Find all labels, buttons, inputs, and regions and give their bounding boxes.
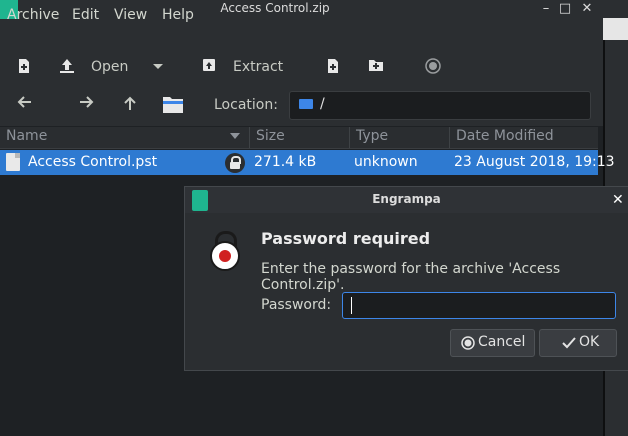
- dialog-heading: Password required: [261, 229, 431, 248]
- menu-view[interactable]: View: [114, 7, 147, 23]
- extract-button[interactable]: Extract: [233, 59, 283, 75]
- open-button[interactable]: Open: [91, 59, 128, 75]
- file-name: Access Control.pst: [28, 154, 158, 170]
- file-size: 271.4 kB: [254, 154, 317, 170]
- open-dropdown-icon[interactable]: [149, 58, 167, 76]
- column-divider: [349, 127, 350, 148]
- column-name[interactable]: Name: [6, 128, 47, 144]
- column-divider: [449, 127, 450, 148]
- menu-help[interactable]: Help: [162, 7, 194, 23]
- menubar: [0, 19, 603, 49]
- forward-arrow-icon[interactable]: [78, 95, 96, 113]
- menu-edit[interactable]: Edit: [72, 7, 99, 23]
- cancel-label: Cancel: [478, 334, 526, 350]
- file-date: 23 August 2018, 19:13: [454, 154, 615, 170]
- lock-icon: [225, 153, 245, 173]
- cancel-button[interactable]: Cancel: [450, 329, 535, 357]
- password-lock-icon: [210, 231, 240, 271]
- column-date[interactable]: Date Modified: [456, 128, 554, 144]
- file-icon: [6, 153, 20, 171]
- stop-icon[interactable]: [424, 58, 442, 76]
- cancel-icon: [461, 336, 475, 354]
- close-window-button[interactable]: ✕: [578, 0, 596, 18]
- column-type[interactable]: Type: [356, 128, 388, 144]
- up-arrow-icon[interactable]: [121, 95, 139, 113]
- dialog-title: Engrampa: [372, 192, 441, 206]
- column-divider: [249, 127, 250, 148]
- location-path[interactable]: /: [320, 96, 325, 112]
- password-label: Password:: [261, 297, 332, 313]
- checkmark-icon: [562, 336, 576, 354]
- ok-label: OK: [579, 334, 600, 350]
- text-caret: [351, 297, 352, 314]
- maximize-button[interactable]: □: [556, 0, 574, 18]
- back-arrow-icon[interactable]: [15, 95, 33, 113]
- dialog-close-button[interactable]: ✕: [612, 192, 624, 208]
- open-icon[interactable]: [58, 58, 76, 76]
- location-label: Location:: [214, 97, 278, 113]
- password-input[interactable]: [342, 292, 616, 319]
- file-type: unknown: [354, 154, 418, 170]
- extract-icon[interactable]: [200, 58, 218, 76]
- folder-icon: [299, 99, 313, 109]
- column-size[interactable]: Size: [256, 128, 285, 144]
- new-archive-icon[interactable]: [15, 58, 33, 76]
- sort-arrow-icon[interactable]: [230, 133, 240, 139]
- location-field[interactable]: [289, 91, 591, 120]
- add-folder-icon[interactable]: [367, 58, 385, 76]
- add-files-icon[interactable]: [324, 58, 342, 76]
- home-folder-icon[interactable]: [162, 94, 184, 114]
- dialog-message: Enter the password for the archive 'Acce…: [261, 261, 561, 293]
- minimize-button[interactable]: –: [537, 0, 555, 18]
- menu-archive[interactable]: Archive: [7, 7, 59, 23]
- ok-button[interactable]: OK: [539, 329, 617, 357]
